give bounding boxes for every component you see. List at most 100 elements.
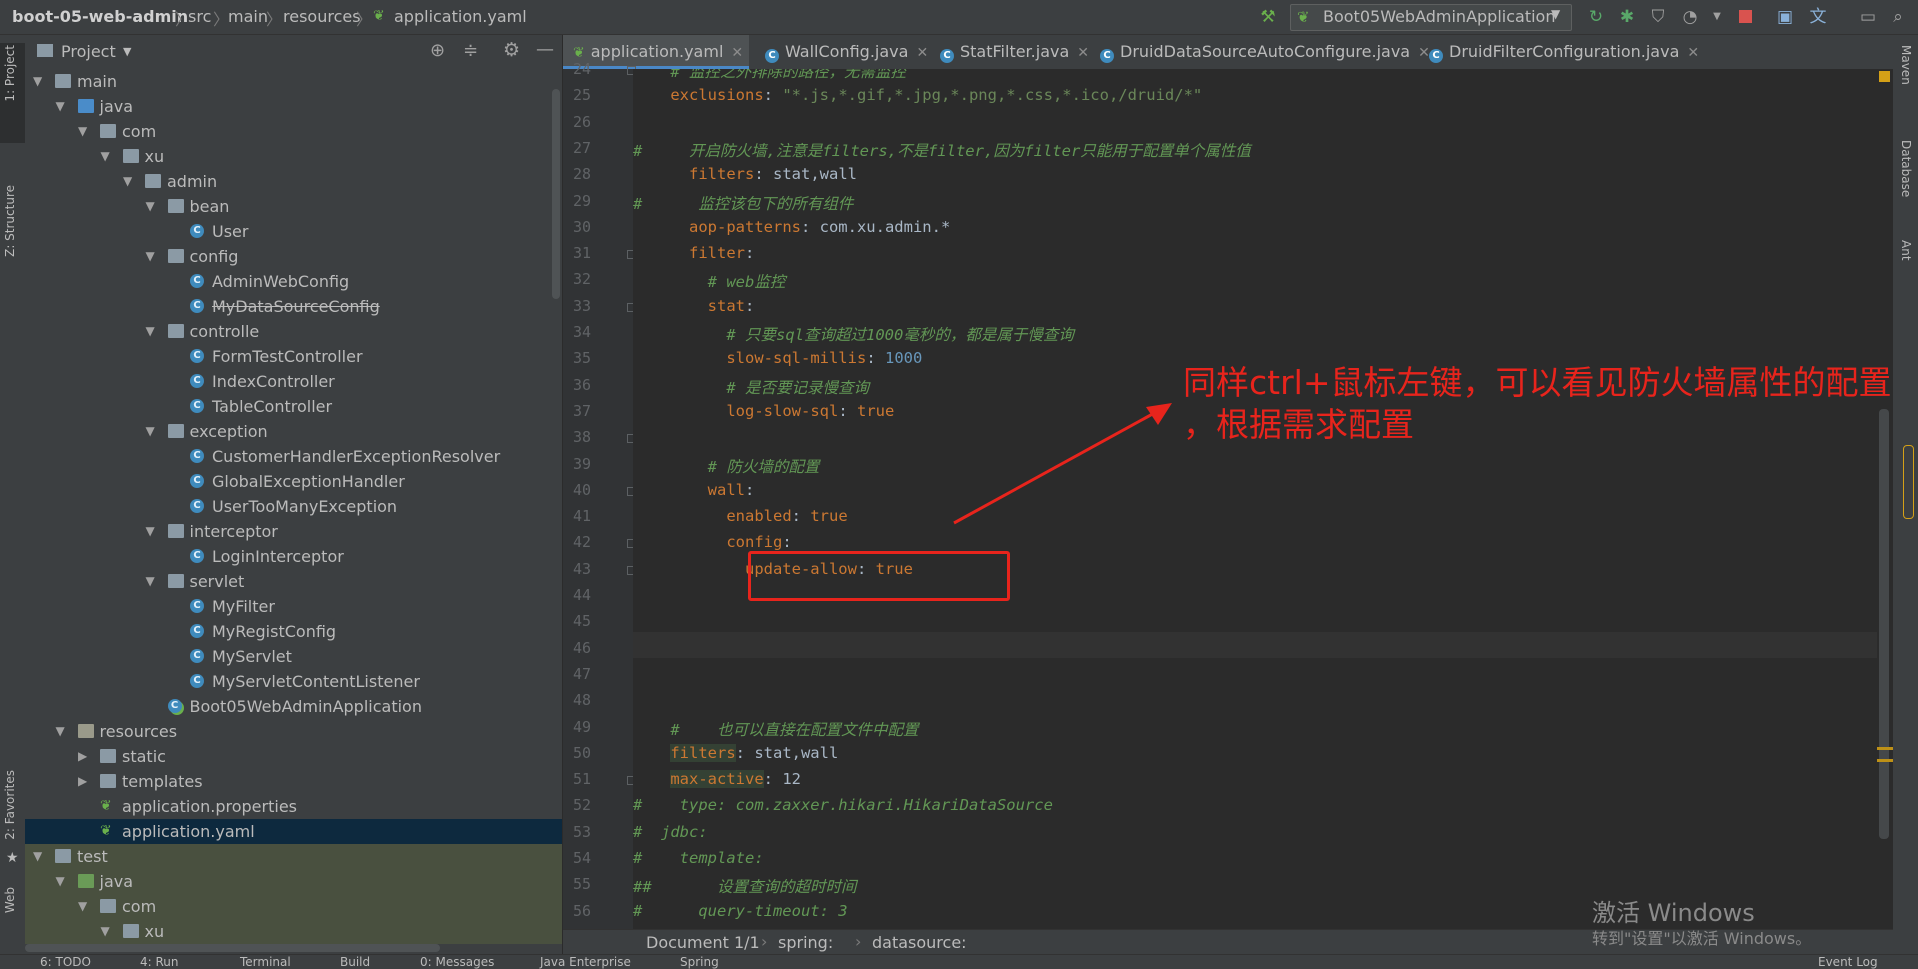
tool-build[interactable]: Build [340, 955, 370, 969]
tree-item[interactable]: ❦ application.properties [25, 794, 562, 819]
tree-vertical-scrollbar[interactable] [552, 89, 560, 299]
tree-item[interactable]: C AdminWebConfig [25, 269, 562, 294]
expand-arrow-icon[interactable]: ▼ [123, 169, 132, 194]
expand-arrow-icon[interactable]: ▼ [146, 419, 155, 444]
expand-arrow-icon[interactable]: ▼ [56, 719, 65, 744]
project-structure-icon[interactable]: ▣ [1775, 7, 1795, 27]
tree-item[interactable]: ▼ exception [25, 419, 562, 444]
close-icon[interactable]: ✕ [1077, 45, 1089, 61]
tool-todo[interactable]: 6: TODO [40, 955, 91, 969]
tree-item[interactable]: ▼ com [25, 894, 562, 919]
expand-arrow-icon[interactable]: ▼ [33, 844, 42, 869]
expand-arrow-icon[interactable]: ▼ [78, 119, 87, 144]
window-layout-icon[interactable]: ▭ [1858, 7, 1878, 27]
tree-item[interactable]: ❦ application.yaml [25, 819, 562, 844]
expand-arrow-icon[interactable]: ▼ [146, 569, 155, 594]
tool-messages[interactable]: 0: Messages [420, 955, 494, 969]
run-configuration-select[interactable]: ❦ Boot05WebAdminApplication ▼ [1290, 4, 1572, 31]
close-icon[interactable]: ✕ [731, 45, 743, 61]
breadcrumb-spring[interactable]: spring: [778, 933, 833, 952]
scrollbar-thumb[interactable] [1879, 409, 1889, 839]
breadcrumb-main[interactable]: main [228, 7, 268, 26]
tree-item[interactable]: ▼ com [25, 119, 562, 144]
tree-item[interactable]: ▶ static [25, 744, 562, 769]
tool-tab-database[interactable]: Database [1899, 140, 1913, 197]
translate-icon[interactable]: 文 [1808, 7, 1828, 27]
breadcrumb-file[interactable]: application.yaml [394, 7, 527, 26]
tool-tab-structure[interactable]: Z: Structure [3, 185, 17, 257]
gear-icon[interactable]: ⚙ [503, 39, 520, 61]
expand-arrow-icon[interactable]: ▼ [101, 144, 110, 169]
close-icon[interactable]: ✕ [1687, 45, 1699, 61]
rerun-icon[interactable]: ↻ [1586, 7, 1606, 27]
tree-item[interactable]: C User [25, 219, 562, 244]
tree-item[interactable]: C LoginInterceptor [25, 544, 562, 569]
tree-item[interactable]: ▼ bean [25, 194, 562, 219]
tool-terminal[interactable]: Terminal [240, 955, 291, 969]
expand-arrow-icon[interactable]: ▼ [33, 69, 42, 94]
tree-item[interactable]: C TableController [25, 394, 562, 419]
tree-item[interactable]: C MyRegistConfig [25, 619, 562, 644]
debug-bug-icon[interactable]: ✱ [1617, 7, 1637, 27]
expand-arrow-icon[interactable]: ▼ [78, 894, 87, 919]
tree-item[interactable]: ▼ java [25, 869, 562, 894]
tree-item[interactable]: ▼ interceptor [25, 519, 562, 544]
expand-arrow-icon[interactable]: ▼ [146, 244, 155, 269]
tree-item[interactable]: C MyServlet [25, 644, 562, 669]
editor-tab[interactable]: C DruidFilterConfiguration.java ✕ [1419, 35, 1759, 69]
editor-tab[interactable]: C DruidDataSourceAutoConfigure.java ✕ [1090, 35, 1430, 69]
breadcrumb-datasource[interactable]: datasource: [872, 933, 967, 952]
tree-item[interactable]: C FormTestController [25, 344, 562, 369]
locate-crosshair-icon[interactable]: ⊕ [430, 40, 445, 61]
tree-item[interactable]: C IndexController [25, 369, 562, 394]
tree-item[interactable]: ▼ admin [25, 169, 562, 194]
close-icon[interactable]: ✕ [916, 45, 928, 61]
tree-item[interactable]: ▼ test [25, 844, 562, 869]
code-editor[interactable]: # 监控之外排除的路径，无需监控 exclusions: "*.js,*.gif… [633, 69, 1877, 929]
tree-item[interactable]: ▶ templates [25, 769, 562, 794]
tree-item[interactable]: C UserTooManyException [25, 494, 562, 519]
tree-item[interactable]: C MyDataSourceConfig [25, 294, 562, 319]
coverage-shield-icon[interactable]: ⛉ [1648, 7, 1668, 27]
tool-tab-ant[interactable]: Ant [1899, 240, 1913, 261]
expand-arrow-icon[interactable]: ▼ [146, 194, 155, 219]
breadcrumb-project[interactable]: boot-05-web-admin [12, 7, 188, 26]
chevron-down-icon[interactable]: ▼ [123, 45, 131, 58]
collapse-arrow-icon[interactable]: ▶ [78, 744, 87, 769]
more-dropdown-icon[interactable]: ▼ [1707, 7, 1727, 27]
profiler-icon[interactable]: ◔ [1680, 7, 1700, 27]
tree-item[interactable]: C MyFilter [25, 594, 562, 619]
tool-spring[interactable]: Spring [680, 955, 719, 969]
build-hammer-icon[interactable]: ⚒ [1258, 7, 1278, 27]
expand-arrow-icon[interactable]: ▼ [101, 919, 110, 944]
minimize-icon[interactable]: — [536, 39, 554, 60]
tree-item[interactable]: ▼ xu [25, 144, 562, 169]
tool-java-enterprise[interactable]: Java Enterprise [540, 955, 631, 969]
search-icon[interactable]: ⌕ [1888, 7, 1908, 27]
expand-arrow-icon[interactable]: ▼ [56, 869, 65, 894]
collapse-arrow-icon[interactable]: ▶ [78, 769, 87, 794]
tree-item[interactable]: C MyServletContentListener [25, 669, 562, 694]
breadcrumb-resources[interactable]: resources [283, 7, 361, 26]
tool-run[interactable]: 4: Run [140, 955, 179, 969]
tree-item[interactable]: ▼ xu [25, 919, 562, 944]
expand-arrow-icon[interactable]: ▼ [146, 519, 155, 544]
breadcrumb-src[interactable]: src [188, 7, 211, 26]
tree-item[interactable]: ▼ controlle [25, 319, 562, 344]
tree-item[interactable]: ▼ java [25, 94, 562, 119]
editor-scrollbar[interactable] [1877, 69, 1893, 929]
expand-arrow-icon[interactable]: ▼ [56, 94, 65, 119]
tree-item[interactable]: C CustomerHandlerExceptionResolver [25, 444, 562, 469]
editor-tab[interactable]: C WallConfig.java ✕ [755, 35, 928, 69]
tool-tab-project[interactable]: 1: Project [3, 45, 17, 102]
tree-item[interactable]: C Boot05WebAdminApplication [25, 694, 562, 719]
tree-item[interactable]: ▼ config [25, 244, 562, 269]
tool-tab-web[interactable]: Web [3, 887, 17, 913]
tool-event-log[interactable]: Event Log [1818, 955, 1878, 969]
tree-item[interactable]: C GlobalExceptionHandler [25, 469, 562, 494]
tree-item[interactable]: ▼ resources [25, 719, 562, 744]
tree-horizontal-scrollbar[interactable] [25, 944, 440, 952]
document-indicator[interactable]: Document 1/1 [646, 933, 760, 952]
collapse-all-icon[interactable]: ≑ [463, 40, 478, 61]
project-panel-title[interactable]: Project [61, 42, 116, 61]
